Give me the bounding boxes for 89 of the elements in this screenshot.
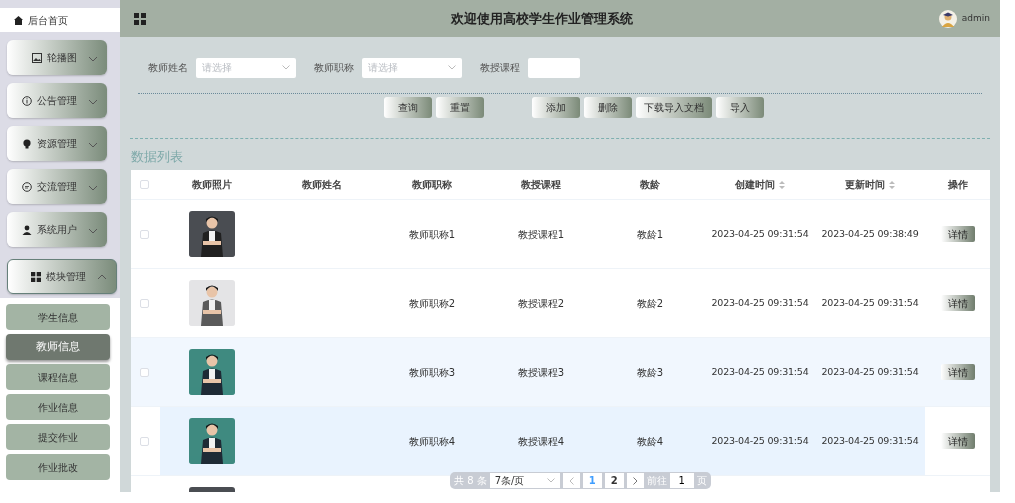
table-cell-text: 2023-04-25 09:31:54 [710,364,810,379]
detail-button[interactable]: 详情 [940,364,975,380]
prev-page-button[interactable] [562,473,580,488]
search-button[interactable]: 重置 [436,97,484,118]
column-header: 操作 [946,178,969,192]
table-cell-text: 教师职称2 [407,296,457,311]
page-button[interactable]: 2 [604,473,624,488]
avatar-icon [938,9,957,28]
column-header: 教师职称 [411,178,453,192]
checkbox[interactable] [139,180,149,189]
bulb-icon [22,138,32,149]
user-icon [22,224,32,235]
table-cell-text: 教授课程1 [516,227,566,242]
filter-label: 教授课程 [480,61,520,75]
chat-icon [22,181,32,192]
search-button[interactable]: 查询 [384,97,432,118]
menu-item[interactable]: 模块管理 [7,259,117,294]
page-input[interactable]: 1 [669,473,694,488]
table-cell-text: 2023-04-25 09:31:54 [710,226,810,241]
table-cell-text: 2023-04-25 09:38:49 [820,226,920,241]
submenu-item[interactable]: 课程信息 [6,364,110,390]
home-menu-item[interactable]: 后台首页 [0,8,120,32]
next-page-button[interactable] [626,473,644,488]
checkbox[interactable] [139,298,149,308]
table-cell-text: 教师职称3 [407,365,457,380]
menu-label: 后台首页 [28,13,68,28]
submenu-item[interactable]: 学生信息 [6,304,110,330]
placeholder-text: 请选择 [368,61,398,75]
table-cell-text: 2023-04-25 09:31:54 [710,433,810,448]
filter-label: 教师职称 [314,61,354,75]
text-field[interactable] [528,57,580,78]
page-title: 欢迎使用高校学生作业管理系统 [450,9,635,28]
chevron-left-icon [568,477,574,485]
column-header: 创建时间 [705,177,815,192]
action-button[interactable]: 下载导入文档 [636,97,712,118]
chevron-down-icon [448,65,456,70]
chevron-down-icon [546,478,555,483]
menu-item[interactable]: 公告管理 [7,83,107,118]
user-name: admin [961,11,990,25]
submenu-item[interactable]: 提交作业 [6,424,110,450]
detail-button[interactable]: 详情 [940,433,975,449]
table-cell-text: 教师职称1 [407,227,457,242]
submenu-item[interactable]: 教师信息 [6,334,110,360]
table-cell-text: 2023-04-25 09:31:54 [710,295,810,310]
table-cell-text: 2023-04-25 09:31:54 [820,295,920,310]
menu-item[interactable]: 系统用户 [7,212,107,247]
sort-icon[interactable] [779,181,785,189]
image-icon [32,52,42,63]
action-button[interactable]: 导入 [716,97,764,118]
chevron-right-icon [632,477,638,485]
table-cell-text: 教师职称4 [407,434,457,449]
table-cell-text: 教授课程2 [516,296,566,311]
column-header: 教龄 [639,178,661,192]
table-cell-text: 教龄2 [635,296,665,311]
table-cell-text: 教龄4 [635,434,665,449]
checkbox[interactable] [139,436,149,446]
checkbox[interactable] [139,229,149,239]
info-icon [22,95,32,106]
chevron-down-icon [282,65,290,70]
grid-icon [31,271,41,282]
menu-item[interactable]: 轮播图 [7,40,107,75]
grid-icon [134,12,146,25]
placeholder-text: 请选择 [202,61,232,75]
table-cell-text: 教授课程3 [516,365,566,380]
table-cell-text: 2023-04-25 09:31:54 [820,433,920,448]
detail-button[interactable]: 详情 [940,226,975,242]
action-button[interactable]: 添加 [532,97,580,118]
column-header: 教师姓名 [301,178,343,192]
action-button[interactable]: 删除 [584,97,632,118]
checkbox[interactable] [139,367,149,377]
column-header: 教授课程 [520,178,562,192]
detail-button[interactable]: 详情 [940,295,975,311]
column-header: 更新时间 [815,177,925,192]
table-cell-text: 教授课程4 [516,434,566,449]
list-title: 数据列表 [130,148,184,166]
home-icon [14,15,23,25]
chevron-up-icon [97,272,107,281]
table-cell-text: 教龄1 [635,227,665,242]
sort-icon[interactable] [889,181,895,189]
page-size-select[interactable]: 7条/页 [489,473,560,488]
column-header: 教师照片 [191,178,233,192]
table-cell-text: 教龄3 [635,365,665,380]
submenu-item[interactable]: 作业信息 [6,394,110,420]
filter-label: 教师姓名 [148,61,188,75]
table-cell-text: 2023-04-25 09:31:54 [820,364,920,379]
submenu-item[interactable]: 作业批改 [6,454,110,480]
menu-item[interactable]: 资源管理 [7,126,107,161]
menu-item[interactable]: 交流管理 [7,169,107,204]
page-size-text: 7条/页 [494,474,525,488]
